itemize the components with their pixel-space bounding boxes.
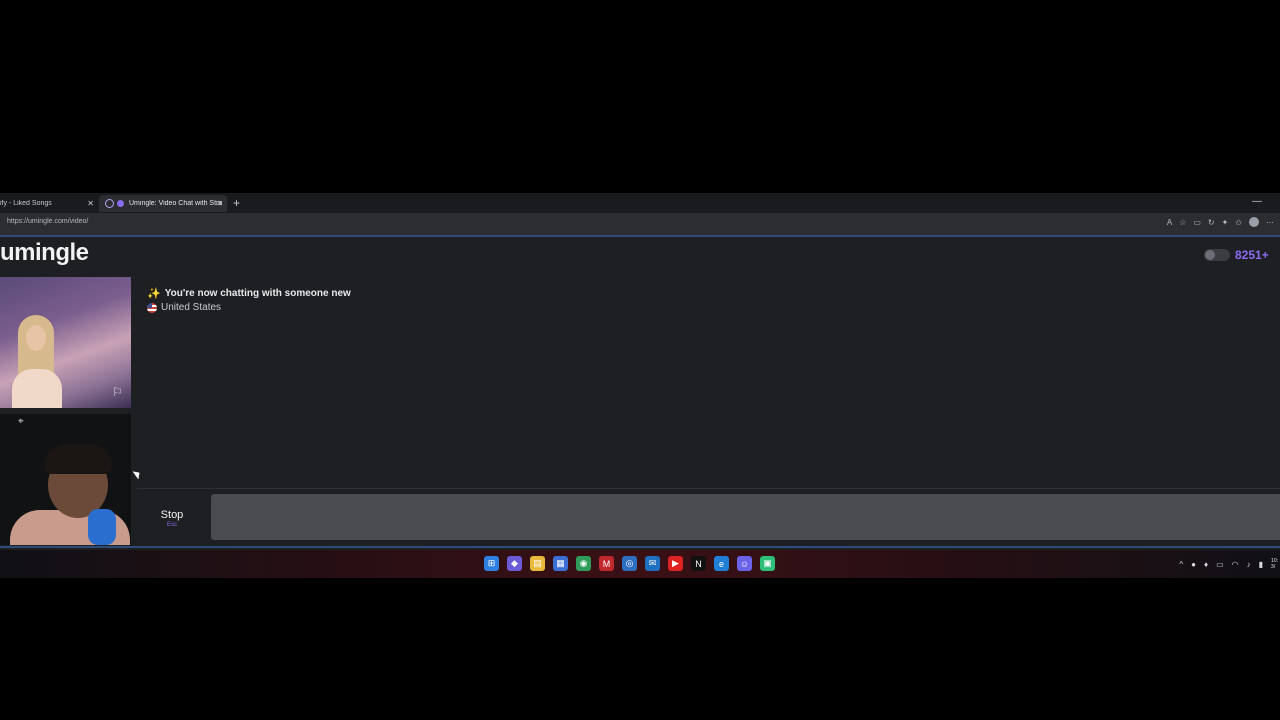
self-video: ⌖ — [0, 414, 131, 545]
app-icon[interactable]: ◎ — [622, 556, 637, 571]
online-count: 8251+ — [1235, 248, 1269, 262]
discord-icon[interactable]: ☺ — [737, 556, 752, 571]
microphone-tray-icon[interactable]: ♦ — [1204, 560, 1208, 569]
status-message: You're now chatting with someone new — [164, 288, 351, 299]
tab-label: Umingle: Video Chat with Stra — [129, 200, 223, 207]
store-icon[interactable]: ▦ — [553, 556, 568, 571]
file-explorer-icon[interactable]: ▤ — [530, 556, 545, 571]
copilot-icon[interactable]: ◆ — [507, 556, 522, 571]
profile-avatar-icon[interactable] — [1249, 217, 1259, 227]
chevron-up-icon[interactable]: ^ — [1179, 560, 1183, 569]
camera-control-icon[interactable]: ⌖ — [18, 416, 24, 427]
taskbar: ⊞ ◆ ▤ ▦ ◉ M ◎ ✉ ▶ N e ☺ ▣ ^ ● ♦ ▭ ◠ ♪ ▮ … — [0, 550, 1280, 578]
read-aloud-icon[interactable]: A — [1167, 218, 1172, 227]
favorite-star-icon[interactable]: ☆ — [1179, 218, 1186, 227]
close-icon[interactable]: ✕ — [87, 199, 94, 208]
refresh-icon[interactable]: ↻ — [1208, 218, 1215, 227]
sparkle-icon: ✨ — [147, 288, 161, 300]
us-flag-icon — [147, 302, 157, 313]
chrome-icon[interactable]: ◉ — [576, 556, 591, 571]
tab-umingle[interactable]: Umingle: Video Chat with Stra ✕ — [99, 195, 227, 212]
address-bar-actions: A ☆ ▭ ↻ ✦ ✩ ⋯ — [1167, 217, 1274, 227]
stranger-body — [12, 369, 62, 408]
chat-status: ✨ You're now chatting with someone new — [147, 287, 351, 300]
outlook-icon[interactable]: ✉ — [645, 556, 660, 571]
url-field[interactable]: https://umingle.com/video/ — [7, 218, 88, 225]
keyboard-icon[interactable]: ▭ — [1216, 560, 1224, 569]
country-label: United States — [161, 302, 222, 313]
system-tray: ^ ● ♦ ▭ ◠ ♪ ▮ 10: 3/ — [1179, 558, 1278, 570]
stop-hint: Esc — [166, 521, 177, 528]
address-bar: https://umingle.com/video/ A ☆ ▭ ↻ ✦ ✩ ⋯ — [0, 213, 1280, 237]
stranger-face — [26, 325, 46, 351]
wifi-icon[interactable]: ◠ — [1232, 560, 1239, 569]
minimize-icon[interactable]: — — [1252, 196, 1262, 207]
divider — [0, 546, 1280, 548]
site-logo[interactable]: umingle — [0, 239, 89, 267]
chat-country: United States — [147, 302, 221, 313]
page: umingle 8251+ ⚐ ⌖ ✨ You're now chatting … — [0, 237, 1280, 548]
message-input[interactable] — [211, 494, 1280, 540]
extensions-icon[interactable]: ✦ — [1222, 218, 1229, 227]
site-favicon-icon — [117, 200, 124, 207]
mcafee-icon[interactable]: M — [599, 556, 614, 571]
favorites-icon[interactable]: ✩ — [1235, 218, 1242, 227]
toggle-knob — [1205, 250, 1215, 260]
close-icon[interactable]: ✕ — [216, 199, 223, 208]
self-hair — [44, 444, 112, 474]
theme-toggle[interactable] — [1204, 249, 1230, 261]
screen: ify - Liked Songs ✕ Umingle: Video Chat … — [0, 193, 1280, 578]
split-screen-icon[interactable]: ▭ — [1193, 218, 1201, 227]
windows-start-icon[interactable]: ⊞ — [484, 556, 499, 571]
stop-button[interactable]: Stop Esc — [137, 493, 207, 543]
tab-label: ify - Liked Songs — [0, 200, 52, 207]
stop-label: Stop — [160, 508, 184, 521]
flag-icon[interactable]: ⚐ — [112, 385, 123, 399]
taskbar-icons: ⊞ ◆ ▤ ▦ ◉ M ◎ ✉ ▶ N e ☺ ▣ — [484, 556, 775, 571]
more-icon[interactable]: ⋯ — [1266, 218, 1274, 227]
edge-icon[interactable]: e — [714, 556, 729, 571]
plus-icon[interactable]: + — [233, 196, 240, 210]
volume-icon[interactable]: ♪ — [1247, 560, 1251, 569]
netflix-icon[interactable]: N — [691, 556, 706, 571]
clock[interactable]: 10: 3/ — [1271, 558, 1278, 570]
chat-log: ✨ You're now chatting with someone new U… — [137, 277, 1280, 489]
microphone-icon — [88, 509, 116, 545]
app-green-icon[interactable]: ▣ — [760, 556, 775, 571]
youtube-icon[interactable]: ▶ — [668, 556, 683, 571]
umingle-favicon-icon — [105, 199, 114, 208]
tab-liked-songs[interactable]: ify - Liked Songs ✕ — [0, 195, 98, 212]
browser-tab-bar: ify - Liked Songs ✕ Umingle: Video Chat … — [0, 193, 1280, 213]
battery-icon[interactable]: ▮ — [1259, 560, 1263, 569]
stranger-video: ⚐ — [0, 277, 131, 408]
tray-app-icon[interactable]: ● — [1191, 560, 1196, 569]
